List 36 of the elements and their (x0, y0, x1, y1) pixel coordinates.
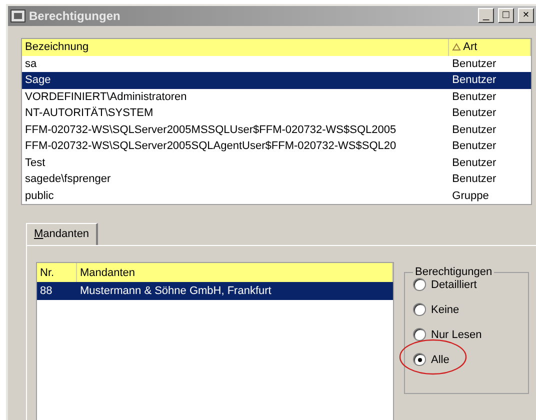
number-cell-text: 88 (39, 285, 54, 297)
type-cell-text: Benutzer (451, 156, 498, 169)
column-header[interactable]: Mandanten (77, 263, 393, 282)
type-cell-text: Benutzer (451, 74, 498, 86)
name-cell-text: Test (24, 156, 46, 169)
window-button[interactable]: × (518, 8, 534, 24)
group-title: Berechtigungen (414, 266, 494, 278)
tab[interactable]: Mandanten (26, 223, 98, 245)
name-cell-text: sa (24, 58, 38, 70)
column-header[interactable]: Nr. (37, 263, 77, 282)
column-header[interactable]: Bezeichnung (22, 38, 450, 56)
name-cell-text: Sage (24, 74, 52, 86)
type-cell-text: Gruppe (451, 190, 490, 202)
type-cell-text: Benutzer (451, 107, 498, 120)
type-cell-text: Benutzer (451, 58, 498, 70)
name-cell-text: NT-AUTORITÄT\SYSTEM (24, 107, 154, 120)
list-row[interactable]: 88 Mustermann & Söhne GmbH, Frankfurt (37, 282, 393, 300)
window-title: Berechtigungen (29, 8, 122, 23)
column-header[interactable]: Art (449, 38, 531, 56)
radio-option[interactable]: Detailliert (413, 278, 477, 291)
window-button[interactable]: □ (498, 8, 514, 24)
name-cell-text: FFM-020732-WS\SQLServer2005SQLAgentUser$FFM-020732-WS$SQL20 (24, 140, 398, 152)
type-cell-text: Benutzer (451, 140, 498, 152)
window-button[interactable]: _ (478, 8, 494, 24)
name-cell-text: public (24, 190, 55, 202)
list-row[interactable]: Sage Benutzer (22, 72, 531, 88)
name-cell-text: sagede\fsprenger (24, 173, 112, 186)
client-cell-text: Mustermann & Söhne GmbH, Frankfurt (79, 285, 272, 297)
type-cell-text: Benutzer (451, 173, 498, 186)
radio-option[interactable]: Nur Lesen (413, 328, 482, 341)
type-cell-text: Benutzer (451, 124, 498, 136)
radio-option[interactable]: Alle (413, 353, 450, 366)
radio-option[interactable]: Keine (413, 303, 460, 316)
type-cell-text: Benutzer (451, 90, 498, 103)
name-cell-text: VORDEFINIERT\Administratoren (24, 90, 188, 103)
name-cell-text: FFM-020732-WS\SQLServer2005MSSQLUser$FFM-020732-WS$SQL2005 (24, 124, 398, 136)
